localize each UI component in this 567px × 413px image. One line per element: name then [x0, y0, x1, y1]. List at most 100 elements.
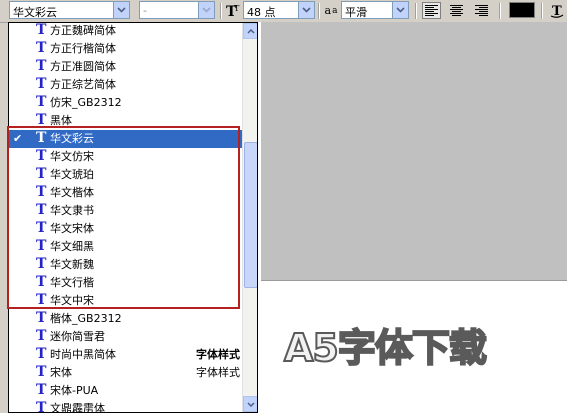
font-list-item[interactable]: T 华文行楷	[9, 274, 242, 292]
warp-text-icon[interactable]: T	[549, 2, 565, 19]
font-sample: 字体样式	[196, 366, 240, 379]
truetype-font-icon: T	[36, 58, 47, 74]
font-list-item[interactable]: T 文鼎霹雳体	[9, 400, 242, 413]
truetype-font-icon: T	[36, 382, 47, 398]
truetype-font-icon: T	[36, 346, 47, 362]
font-name: 宋体-PUA	[50, 384, 99, 397]
text-color-swatch[interactable]	[509, 2, 535, 18]
font-list-item[interactable]: T 华文琥珀	[9, 166, 242, 184]
font-list-item[interactable]: T 方正行楷简体	[9, 40, 242, 58]
scroll-thumb[interactable]	[244, 142, 257, 288]
antialias-glyph: a	[324, 4, 332, 17]
antialias-glyph-small: a	[332, 5, 338, 16]
font-name: 华文新魏	[50, 258, 94, 271]
font-name: 华文隶书	[50, 204, 94, 217]
canvas-pasteboard	[258, 22, 567, 280]
check-icon: ✔	[13, 132, 23, 145]
font-name: 华文彩云	[50, 132, 94, 145]
chevron-up-icon	[247, 28, 255, 34]
font-family-select[interactable]: 华文彩云	[9, 1, 130, 19]
font-name: 方正准圆简体	[50, 60, 116, 73]
align-center-button[interactable]	[447, 2, 466, 19]
font-name: 楷体_GB2312	[50, 312, 122, 325]
font-name: 方正行楷简体	[50, 42, 116, 55]
font-name: 迷你简雪君	[50, 330, 105, 343]
font-list-item[interactable]: T 宋体 字体样式	[9, 364, 242, 382]
toolbar-divider	[318, 3, 320, 19]
font-list-item[interactable]: T 华文中宋	[9, 292, 242, 310]
font-size-value: 48 点	[247, 6, 276, 19]
font-list-item[interactable]: T 迷你简雪君	[9, 328, 242, 346]
antialias-icon: aa	[322, 2, 340, 19]
truetype-font-icon: T	[36, 22, 47, 38]
font-name: 华文琥珀	[50, 168, 94, 181]
canvas-text-layer[interactable]: A5字体下载	[283, 327, 488, 369]
truetype-font-icon: T	[36, 130, 47, 146]
font-name: 文鼎霹雳体	[50, 402, 105, 413]
font-list-item[interactable]: T 方正魏碑简体	[9, 22, 242, 40]
scroll-down-button[interactable]	[243, 396, 257, 412]
font-name: 方正魏碑简体	[50, 24, 116, 37]
font-size-select[interactable]: 48 点	[243, 1, 315, 19]
truetype-font-icon: T	[36, 400, 47, 413]
truetype-font-icon: T	[36, 166, 47, 182]
align-left-button[interactable]	[422, 2, 441, 19]
font-name: 方正综艺简体	[50, 78, 116, 91]
font-list-item[interactable]: T 华文隶书	[9, 202, 242, 220]
truetype-font-icon: T	[36, 292, 47, 308]
truetype-font-icon: T	[36, 40, 47, 56]
chevron-down-icon[interactable]	[198, 2, 214, 18]
truetype-font-icon: T	[36, 220, 47, 236]
font-name: 黑体	[50, 114, 72, 127]
truetype-font-icon: T	[36, 94, 47, 110]
align-center-icon	[450, 5, 463, 16]
font-style-value: -	[143, 4, 147, 17]
antialias-select[interactable]: 平滑	[341, 1, 409, 19]
truetype-font-icon: T	[36, 76, 47, 92]
font-list-item[interactable]: T 华文楷体	[9, 184, 242, 202]
font-list-item[interactable]: T 时尚中黑简体 字体样式	[9, 346, 242, 364]
font-name: 仿宋_GB2312	[50, 96, 122, 109]
truetype-font-icon: T	[36, 148, 47, 164]
font-name: 宋体	[50, 366, 72, 379]
toolbar-divider	[415, 3, 417, 19]
font-list-item[interactable]: T 华文细黑	[9, 238, 242, 256]
dropdown-scrollbar[interactable]	[242, 23, 257, 412]
align-right-icon	[475, 5, 488, 16]
toolbar-divider	[499, 3, 501, 19]
truetype-font-icon: T	[36, 310, 47, 326]
chevron-down-icon[interactable]	[298, 2, 314, 18]
toolbar-divider	[541, 3, 543, 19]
font-list-item[interactable]: T 华文仿宋	[9, 148, 242, 166]
font-name: 华文中宋	[50, 294, 94, 307]
scroll-up-button[interactable]	[243, 23, 257, 39]
font-list-item[interactable]: T 宋体-PUA	[9, 382, 242, 400]
font-family-value: 华文彩云	[13, 6, 57, 19]
font-list-item[interactable]: T 方正综艺简体	[9, 76, 242, 94]
svg-text:T: T	[234, 4, 240, 13]
font-sample: 字体样式	[196, 348, 240, 361]
truetype-font-icon: T	[36, 256, 47, 272]
chevron-down-icon[interactable]	[113, 2, 129, 18]
truetype-font-icon: T	[36, 238, 47, 254]
truetype-font-icon: T	[36, 202, 47, 218]
font-list-item[interactable]: T 华文宋体	[9, 220, 242, 238]
chevron-down-icon[interactable]	[392, 2, 408, 18]
truetype-font-icon: T	[36, 364, 47, 380]
font-list-item[interactable]: ✔ T 华文彩云	[9, 130, 242, 148]
truetype-font-icon: T	[36, 184, 47, 200]
font-list-item[interactable]: T 黑体	[9, 112, 242, 130]
text-options-toolbar: 华文彩云 - T T 48 点 aa 平滑 T	[0, 0, 567, 23]
font-name: 时尚中黑简体	[50, 348, 116, 361]
canvas-border	[258, 22, 261, 413]
truetype-font-icon: T	[36, 328, 47, 344]
font-list-item[interactable]: T 仿宋_GB2312	[9, 94, 242, 112]
align-right-button[interactable]	[472, 2, 491, 19]
font-name: 华文宋体	[50, 222, 94, 235]
truetype-font-icon: T	[36, 274, 47, 290]
font-list-item[interactable]: T 方正准圆简体	[9, 58, 242, 76]
font-name: 华文楷体	[50, 186, 94, 199]
font-style-select[interactable]: -	[139, 1, 215, 19]
font-list-item[interactable]: T 楷体_GB2312	[9, 310, 242, 328]
font-list-item[interactable]: T 华文新魏	[9, 256, 242, 274]
